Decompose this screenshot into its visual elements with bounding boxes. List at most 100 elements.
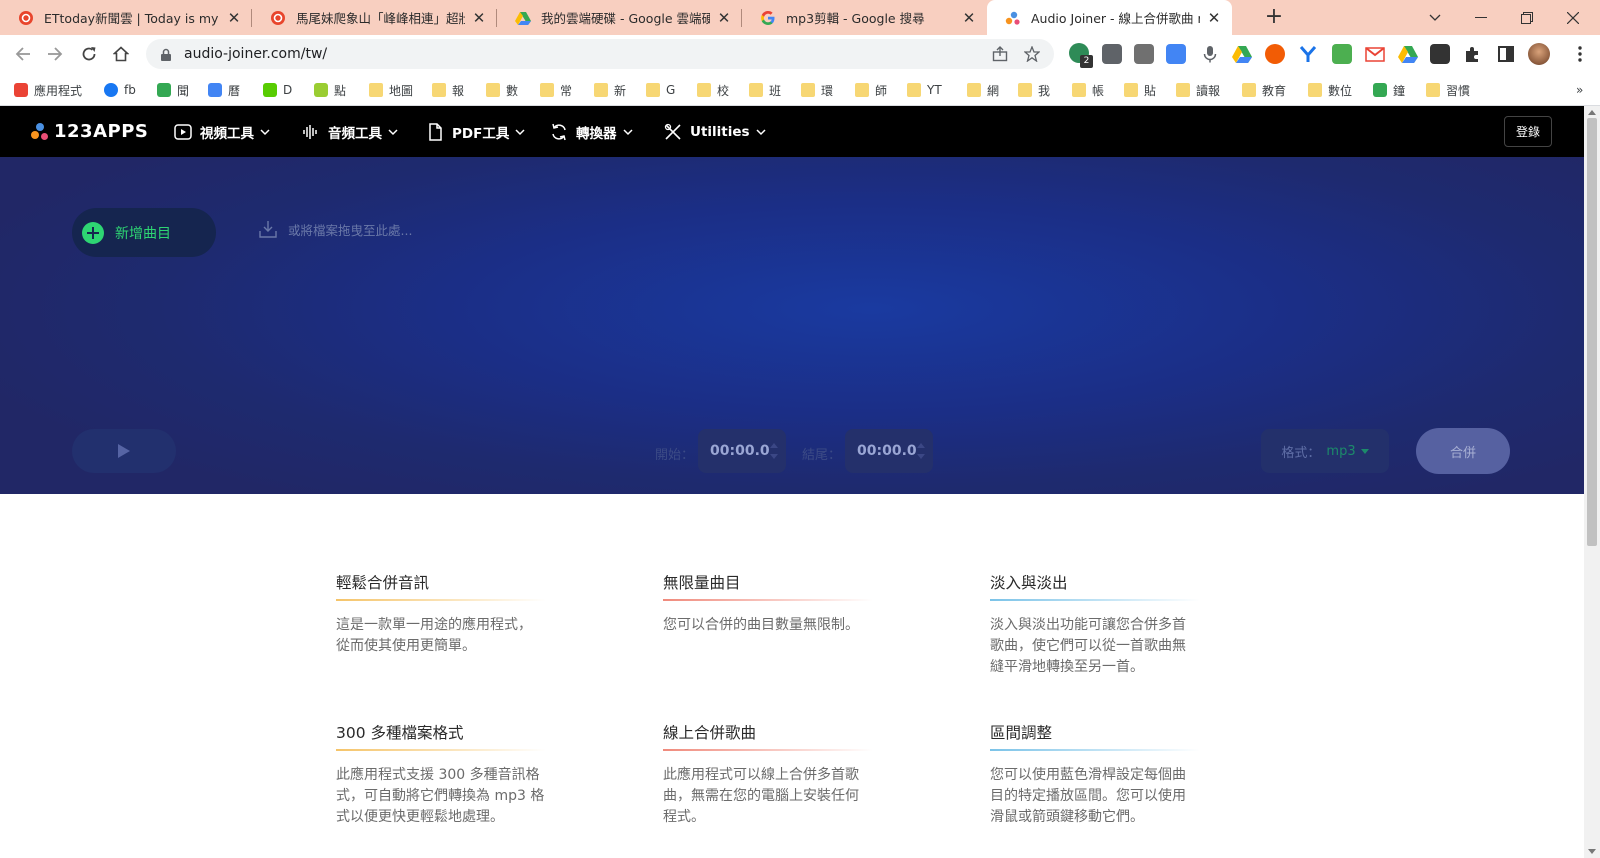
bookmark-item[interactable]: 常 bbox=[540, 80, 572, 100]
merge-button[interactable]: 合併 bbox=[1416, 428, 1510, 474]
scroll-down-arrow-icon[interactable] bbox=[1588, 849, 1596, 854]
orange-extension-icon[interactable] bbox=[1265, 44, 1285, 64]
nav-audio-tools[interactable]: 音頻工具 bbox=[302, 106, 398, 157]
bookmark-item[interactable]: 班 bbox=[749, 80, 781, 100]
google-drive-icon bbox=[515, 10, 531, 26]
spinner-arrows-icon[interactable] bbox=[770, 442, 778, 460]
drop-zone-hint[interactable]: 或將檔案拖曳至此處... bbox=[258, 219, 412, 239]
bookmark-item[interactable]: 環 bbox=[801, 80, 833, 100]
bookmark-item[interactable]: 習慣 bbox=[1426, 80, 1470, 100]
ap-extension-icon[interactable] bbox=[1102, 44, 1122, 64]
feature-description: 淡入與淡出功能可讓您合併多首 歌曲，使它們可以從一首歌曲無 縫平滑地轉換至另一首。 bbox=[990, 615, 1220, 678]
bookmarks-overflow-button[interactable]: » bbox=[1576, 80, 1583, 100]
close-icon[interactable]: ✕ bbox=[716, 10, 732, 26]
play-icon bbox=[118, 444, 130, 458]
bookmark-item[interactable]: 貼 bbox=[1124, 80, 1156, 100]
nav-label: Utilities bbox=[690, 123, 750, 140]
tab-search-icon[interactable] bbox=[1412, 0, 1458, 35]
start-time-input[interactable]: 00:00.0 bbox=[698, 429, 786, 473]
folder-icon bbox=[749, 83, 763, 97]
tab-hiking-news[interactable]: 馬尾妹爬象山「峰峰相連」超壯 ✕ bbox=[252, 0, 497, 35]
tab-audio-joiner[interactable]: Audio Joiner - 線上合併歌曲 mp ✕ bbox=[987, 0, 1232, 35]
home-icon[interactable] bbox=[110, 43, 132, 65]
tab-google-drive[interactable]: 我的雲端硬碟 - Google 雲端硬碟 ✕ bbox=[497, 0, 742, 35]
bookmark-label: 應用程式 bbox=[34, 83, 83, 98]
side-panel-icon[interactable] bbox=[1496, 44, 1516, 64]
feature-description-line: 式以便更快更輕鬆地處理。 bbox=[336, 809, 504, 825]
format-select[interactable]: 格式： mp3 bbox=[1261, 429, 1389, 473]
close-window-icon[interactable] bbox=[1550, 0, 1596, 35]
url-text[interactable]: audio-joiner.com/tw/ bbox=[184, 46, 990, 62]
bookmark-item[interactable]: YT bbox=[907, 80, 942, 100]
site-logo[interactable]: 123APPS bbox=[30, 121, 148, 142]
restore-icon[interactable] bbox=[1504, 0, 1550, 35]
bookmark-label: 常 bbox=[560, 83, 573, 98]
extensions-puzzle-icon[interactable] bbox=[1463, 44, 1483, 64]
format-value: mp3 bbox=[1326, 443, 1356, 459]
bookmark-item[interactable]: 曆 bbox=[208, 80, 240, 100]
screenshot-extension-icon[interactable] bbox=[1430, 44, 1450, 64]
drop-hint-text: 或將檔案拖曳至此處... bbox=[288, 222, 413, 238]
bookmark-item[interactable]: 讀報 bbox=[1176, 80, 1220, 100]
bookmark-item[interactable]: 點 bbox=[314, 80, 346, 100]
nav-video-tools[interactable]: 視頻工具 bbox=[174, 106, 270, 157]
ettoday-icon bbox=[18, 10, 34, 26]
microphone-icon[interactable] bbox=[1200, 44, 1220, 64]
bookmark-item[interactable]: 新 bbox=[594, 80, 626, 100]
bookmark-item[interactable]: 應用程式 bbox=[14, 80, 82, 100]
new-tab-button[interactable]: + bbox=[1262, 6, 1286, 30]
translate-icon[interactable] bbox=[1166, 44, 1186, 64]
bookmark-item[interactable]: fb bbox=[104, 80, 136, 100]
close-icon[interactable]: ✕ bbox=[961, 10, 977, 26]
avatar[interactable] bbox=[1528, 43, 1550, 65]
bookmark-label: D bbox=[283, 83, 293, 97]
gmail-icon[interactable] bbox=[1365, 44, 1385, 64]
nav-pdf-tools[interactable]: PDF工具 bbox=[426, 106, 525, 157]
bookmark-label: 讀報 bbox=[1196, 83, 1221, 98]
bookmark-item[interactable]: D bbox=[263, 80, 292, 100]
bookmark-item[interactable]: 數位 bbox=[1308, 80, 1352, 100]
bookmark-item[interactable]: 師 bbox=[855, 80, 887, 100]
reload-icon[interactable] bbox=[78, 43, 100, 65]
google-drive-icon[interactable] bbox=[1398, 44, 1418, 64]
y-extension-icon[interactable] bbox=[1298, 44, 1318, 64]
login-button[interactable]: 登錄 bbox=[1504, 116, 1552, 147]
nav-utilities[interactable]: Utilities bbox=[664, 106, 766, 157]
close-icon[interactable]: ✕ bbox=[226, 10, 242, 26]
bookmark-item[interactable]: 報 bbox=[432, 80, 464, 100]
close-icon[interactable]: ✕ bbox=[471, 10, 487, 26]
bookmark-item[interactable]: 地圖 bbox=[369, 80, 413, 100]
bookmark-item[interactable]: 我 bbox=[1018, 80, 1050, 100]
tab-google-search[interactable]: mp3剪輯 - Google 搜尋 ✕ bbox=[742, 0, 987, 35]
forward-arrow-icon[interactable] bbox=[44, 43, 66, 65]
bookmark-item[interactable]: G bbox=[646, 80, 675, 100]
tab-ettoday[interactable]: ETtoday新聞雲 | Today is my da ✕ bbox=[0, 0, 252, 35]
add-track-button[interactable]: 新增曲目 bbox=[72, 208, 216, 257]
close-icon[interactable]: ✕ bbox=[1206, 10, 1222, 26]
bookmark-item[interactable]: 教育 bbox=[1242, 80, 1286, 100]
minimize-icon[interactable] bbox=[1458, 0, 1504, 35]
bookmark-item[interactable]: 校 bbox=[697, 80, 729, 100]
chat-extension-icon[interactable] bbox=[1134, 44, 1154, 64]
scrollbar[interactable] bbox=[1584, 106, 1600, 858]
bookmark-item[interactable]: 鐘 bbox=[1373, 80, 1405, 100]
lock-icon[interactable] bbox=[160, 47, 172, 61]
nav-converter[interactable]: 轉換器 bbox=[550, 106, 633, 157]
end-time-input[interactable]: 00:00.0 bbox=[845, 429, 933, 473]
bookmark-item[interactable]: 聞 bbox=[157, 80, 189, 100]
scrollbar-thumb[interactable] bbox=[1587, 118, 1597, 546]
address-bar[interactable]: audio-joiner.com/tw/ bbox=[146, 39, 1054, 69]
scroll-up-arrow-icon[interactable] bbox=[1588, 110, 1596, 115]
bookmark-item[interactable]: 數 bbox=[486, 80, 518, 100]
green-extension-icon[interactable] bbox=[1332, 44, 1352, 64]
bookmark-item[interactable]: 帳 bbox=[1072, 80, 1104, 100]
share-icon[interactable] bbox=[990, 44, 1010, 64]
google-drive-icon[interactable] bbox=[1232, 44, 1252, 64]
play-button[interactable] bbox=[72, 429, 176, 473]
bookmark-star-icon[interactable] bbox=[1022, 44, 1042, 64]
back-arrow-icon[interactable] bbox=[12, 43, 34, 65]
end-time-label: 結尾： bbox=[802, 448, 842, 463]
bookmark-item[interactable]: 網 bbox=[967, 80, 999, 100]
spinner-arrows-icon[interactable] bbox=[917, 442, 925, 460]
more-menu-icon[interactable] bbox=[1570, 44, 1590, 64]
